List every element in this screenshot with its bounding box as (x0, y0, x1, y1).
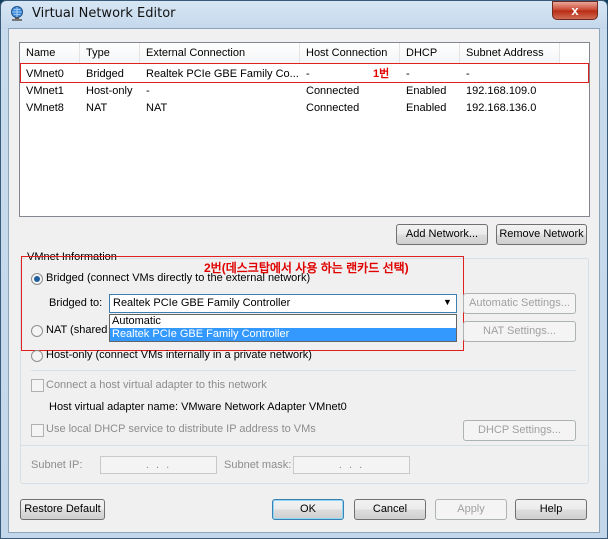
cell-host: Connected (306, 102, 360, 114)
cell-dhcp: Enabled (406, 102, 447, 114)
cell-subnet: 192.168.109.0 (466, 85, 537, 97)
table-row[interactable]: VMnet8 NAT NAT Connected Enabled 192.168… (20, 100, 589, 117)
cell-type: Host-only (86, 85, 133, 97)
dhcp-checkbox[interactable] (31, 424, 44, 437)
dhcp-settings-button[interactable]: DHCP Settings... (463, 420, 576, 441)
cell-type: NAT (86, 102, 108, 114)
bridged-to-dropdown-list[interactable]: Automatic Realtek PCIe GBE Family Contro… (109, 314, 457, 342)
network-globe-icon (9, 6, 25, 22)
bridged-to-select[interactable]: Realtek PCIe GBE Family Controller ▼ (109, 294, 457, 313)
connect-adapter-checkbox[interactable] (31, 379, 44, 392)
close-button[interactable]: x (552, 1, 598, 20)
bridged-to-label: Bridged to: (49, 297, 103, 309)
divider (20, 445, 589, 446)
dropdown-option-realtek[interactable]: Realtek PCIe GBE Family Controller (110, 328, 456, 341)
automatic-settings-button[interactable]: Automatic Settings... (463, 293, 576, 314)
cell-name: VMnet1 (26, 85, 64, 97)
bridged-to-value: Realtek PCIe GBE Family Controller (113, 297, 291, 309)
bridged-radio[interactable] (31, 273, 43, 285)
cancel-button[interactable]: Cancel (354, 499, 426, 520)
cell-subnet: 192.168.136.0 (466, 102, 537, 114)
add-network-button[interactable]: Add Network... (396, 224, 488, 245)
column-header-subnet-address[interactable]: Subnet Address (460, 43, 560, 63)
nat-label[interactable]: NAT (shared (46, 324, 107, 336)
cell-host: Connected (306, 85, 360, 97)
remove-network-button[interactable]: Remove Network (496, 224, 587, 245)
cell-dhcp: Enabled (406, 85, 447, 97)
cell-external: - (146, 85, 150, 97)
connect-adapter-label[interactable]: Connect a host virtual adapter to this n… (46, 379, 267, 391)
subnet-mask-field[interactable]: . . . (293, 456, 410, 474)
dhcp-label[interactable]: Use local DHCP service to distribute IP … (46, 423, 316, 435)
help-button[interactable]: Help (515, 499, 587, 520)
adapter-name-label: Host virtual adapter name: VMware Networ… (49, 401, 347, 413)
apply-button[interactable]: Apply (435, 499, 507, 520)
column-header-name[interactable]: Name (20, 43, 80, 63)
subnet-ip-field[interactable]: . . . (100, 456, 217, 474)
subnet-mask-label: Subnet mask: (224, 459, 292, 471)
column-header-host-connection[interactable]: Host Connection (300, 43, 400, 63)
host-only-label[interactable]: Host-only (connect VMs internally in a p… (46, 349, 312, 361)
cell-name: VMnet8 (26, 102, 64, 114)
column-header-dhcp[interactable]: DHCP (400, 43, 460, 63)
column-header-type[interactable]: Type (80, 43, 140, 63)
subnet-ip-label: Subnet IP: (31, 459, 83, 471)
chevron-down-icon: ▼ (443, 297, 452, 307)
nat-radio[interactable] (31, 325, 43, 337)
annotation-box-1 (20, 63, 589, 83)
table-row[interactable]: VMnet1 Host-only - Connected Enabled 192… (20, 83, 589, 100)
dropdown-option-automatic[interactable]: Automatic (110, 315, 456, 328)
cell-external: NAT (146, 102, 168, 114)
bridged-label[interactable]: Bridged (connect VMs directly to the ext… (46, 272, 310, 284)
ok-button[interactable]: OK (272, 499, 344, 520)
divider (31, 370, 576, 371)
nat-settings-button[interactable]: NAT Settings... (463, 321, 576, 342)
host-only-radio[interactable] (31, 350, 43, 362)
column-header-external-connection[interactable]: External Connection (140, 43, 300, 63)
restore-default-button[interactable]: Restore Default (20, 499, 105, 520)
window-title: Virtual Network Editor (32, 6, 176, 21)
